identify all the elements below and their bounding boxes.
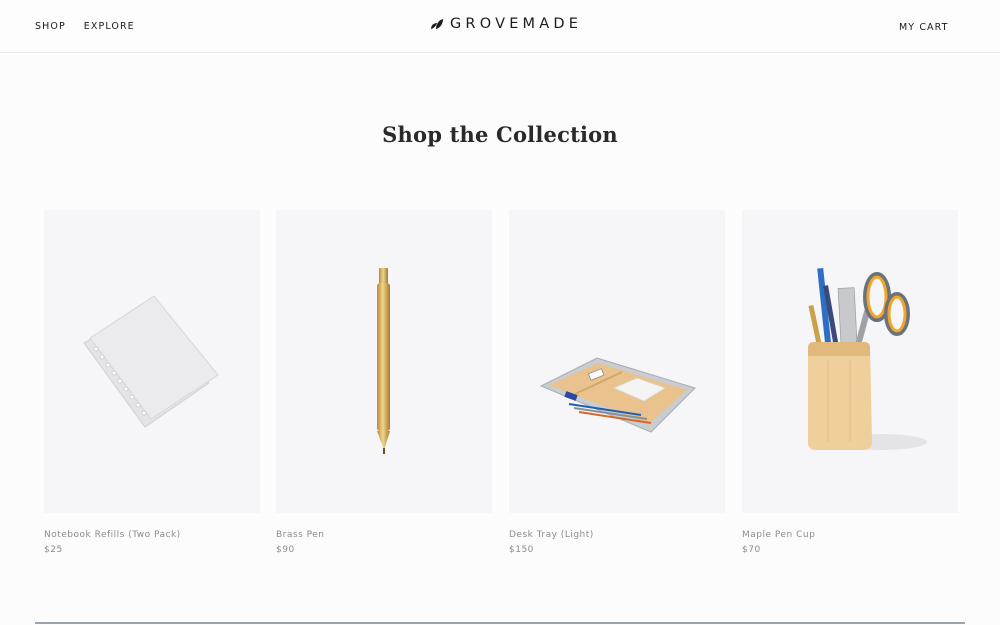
product-image-frame[interactable] [44,210,260,513]
pen-cup-image [808,267,927,450]
brand-logo[interactable]: GROVEMADE [430,16,582,32]
product-name[interactable]: Maple Pen Cup [742,530,958,540]
product-price: $90 [276,545,295,555]
nav-shop-link[interactable]: SHOP [35,21,66,32]
product-card-desk-tray[interactable]: Desk Tray (Light) $150 [509,210,725,555]
nav-explore-link[interactable]: EXPLORE [84,21,135,32]
product-name[interactable]: Brass Pen [276,530,492,540]
product-price: $70 [742,545,761,555]
product-image-frame[interactable] [742,210,958,513]
primary-nav: SHOP EXPLORE [35,21,135,32]
product-card-notebook-refills[interactable]: Notebook Refills (Two Pack) $25 [44,210,260,555]
top-navigation-bar: SHOP EXPLORE GROVEMADE MY CART [0,0,1000,53]
notebook-image [83,295,219,428]
product-image-frame[interactable] [276,210,492,513]
brand-name: GROVEMADE [450,16,583,32]
footer-divider [35,622,965,624]
section-title: Shop the Collection [382,122,618,147]
product-price: $150 [509,545,534,555]
brass-pen-image [377,268,390,454]
product-name[interactable]: Desk Tray (Light) [509,530,725,540]
product-card-maple-pen-cup[interactable]: Maple Pen Cup $70 [742,210,958,555]
leaf-logo-icon [431,19,443,29]
desk-tray-image [539,357,696,433]
product-card-brass-pen[interactable]: Brass Pen $90 [276,210,492,555]
product-price: $25 [44,545,63,555]
my-cart-link[interactable]: MY CART [899,22,949,33]
product-name[interactable]: Notebook Refills (Two Pack) [44,530,260,540]
product-image-frame[interactable] [509,210,725,513]
